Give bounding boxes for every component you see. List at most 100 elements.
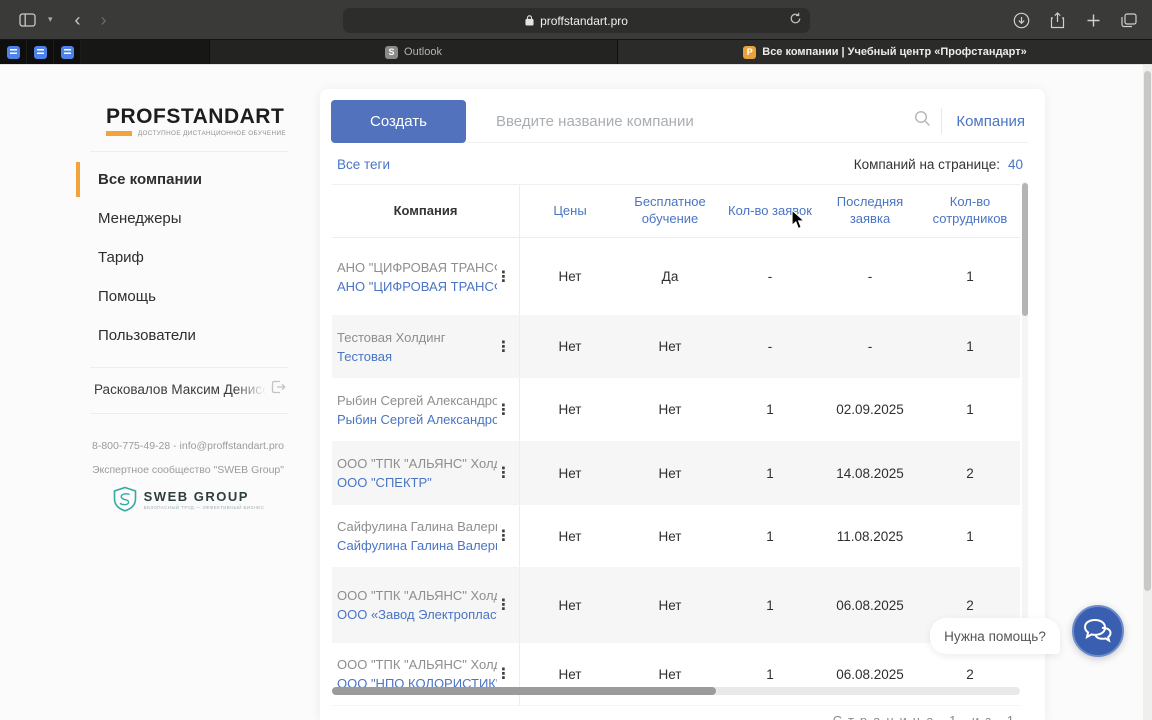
employees-count-cell: 1 [966,269,974,284]
sweb-brand: SWEB GROUP [143,488,249,504]
chat-button[interactable] [1072,605,1124,657]
employees-count-cell: 2 [966,666,974,682]
table-scrollbar-thumb[interactable] [1022,183,1028,316]
entity-select[interactable]: Компания [956,113,1029,130]
horizontal-scrollbar-thumb[interactable] [332,687,716,695]
pagination-partial: Страница 1 из 1 [833,713,1020,720]
doc-icon [60,45,74,59]
employees-count-cell: 2 [966,465,974,481]
row-menu-icon[interactable]: ⋮ [496,598,511,613]
sweb-logo: SWEB GROUP БЕЗОПАСНЫЙ ТРУД — ЭФФЕКТИВНЫЙ… [76,486,300,512]
company-link[interactable]: ООО "СПЕКТР" [337,475,497,490]
chat-bubbles-icon [1083,618,1112,643]
column-header-employees[interactable]: Кол-во сотрудников [920,185,1020,237]
back-icon[interactable]: ‹ [75,11,81,29]
row-menu-icon[interactable]: ⋮ [496,269,511,284]
employees-count-cell: 1 [966,528,974,544]
sidebar-item-2[interactable]: Тариф [76,238,300,277]
row-menu-icon[interactable]: ⋮ [496,402,511,417]
downloads-icon[interactable] [1010,9,1032,31]
sweb-shield-icon [113,486,136,512]
search-input[interactable] [466,112,915,130]
free-training-cell: Нет [658,465,682,481]
company-holding-name: Тестовая Холдинг [337,329,446,345]
pinned-tab-docs-1[interactable] [0,40,27,64]
sidebar-footer: 8-800-775-49-28 - info@proffstandart.pro… [76,440,300,512]
logo-tagline: ДОСТУПНОЕ ДИСТАНЦИОННОЕ ОБУЧЕНИЕ [137,130,286,137]
pinned-tab-docs-3[interactable] [54,40,81,64]
reload-icon[interactable] [789,12,802,28]
per-page-value[interactable]: 40 [1008,157,1023,172]
last-request-cell: 14.08.2025 [836,465,904,481]
logout-icon[interactable] [270,379,286,400]
company-link[interactable]: АНО "ЦИФРОВАЯ ТРАНСФ... [337,279,497,294]
table-row[interactable]: ООО "ТПК "АЛЬЯНС" Холди... ООО "СПЕКТР" … [332,442,1020,505]
company-holding-name: ООО "ТПК "АЛЬЯНС" Холди... [337,456,497,471]
sidebar-item-label: Все компании [98,171,202,188]
last-request-cell: 06.08.2025 [836,597,904,613]
all-tags-link[interactable]: Все теги [337,157,390,172]
table-row[interactable]: ООО "ТПК "АЛЬЯНС" Холди... ООО "НПО КОЛО… [332,643,1020,706]
window-scrollbar[interactable] [1143,65,1152,720]
sidebar-caret-icon[interactable]: ▾ [48,14,53,25]
row-menu-icon[interactable]: ⋮ [496,466,511,481]
company-link[interactable]: Рыбин Сергей Александро... [337,412,497,427]
tab-bar: S Outlook P Все компании | Учебный центр… [0,40,1152,64]
company-cell: АНО "ЦИФРОВАЯ ТРАНСФ... АНО "ЦИФРОВАЯ ТР… [332,238,520,315]
table-row[interactable]: Сайфулина Галина Валерье... Сайфулина Га… [332,505,1020,568]
search-bar: Компания [466,100,1029,143]
employees-count-cell: 2 [966,597,974,613]
column-header-free-training[interactable]: Бесплатное обучение [620,185,720,237]
free-training-cell: Нет [658,402,682,417]
user-name: Расковалов Максим Денисович [94,382,266,397]
table-row[interactable]: Рыбин Сергей Александро... Рыбин Сергей … [332,378,1020,442]
divider [90,151,288,152]
user-row: Расковалов Максим Денисович [94,379,286,400]
row-menu-icon[interactable]: ⋮ [496,667,511,682]
tab-active-profstandart[interactable]: P Все компании | Учебный центр «Профстан… [618,40,1152,64]
column-header-last-request[interactable]: Последняя заявка [820,185,920,237]
company-link[interactable]: ООО «Завод Электропласт» [337,607,497,622]
table-row[interactable]: ООО "ТПК "АЛЬЯНС" Холди... ООО «Завод Эл… [332,568,1020,643]
company-link[interactable]: Сайфулина Галина Валерье... [337,538,497,553]
tab-outlook-label: Outlook [404,46,442,58]
company-link[interactable]: Тестовая [337,349,497,364]
table-scrollbar[interactable] [1022,181,1028,641]
row-menu-icon[interactable]: ⋮ [496,529,511,544]
column-header-requests[interactable]: Кол-во заявок [720,185,820,237]
sidebar-item-0[interactable]: Все компании [76,160,300,199]
create-button[interactable]: Создать [331,100,466,143]
window-scrollbar-thumb[interactable] [1144,71,1151,591]
share-icon[interactable] [1046,9,1068,31]
logo-orange-bar [106,131,132,136]
tab-overview-icon[interactable] [1118,9,1140,31]
last-request-cell: 11.08.2025 [836,528,904,544]
sidebar-item-3[interactable]: Помощь [76,277,300,316]
forward-icon: › [100,9,107,30]
table-row[interactable]: Тестовая Холдинг Тестовая ⋮ Нет Нет - - … [332,316,1020,378]
requests-count-cell: 1 [766,402,774,417]
requests-count-cell: 1 [766,666,774,682]
new-tab-icon[interactable] [1082,9,1104,31]
requests-count-cell: 1 [766,597,774,613]
employees-count-cell: 1 [966,402,974,417]
horizontal-scrollbar[interactable] [332,687,1020,695]
last-request-cell: - [867,339,873,354]
pinned-tab-docs-2[interactable] [27,40,54,64]
company-cell: Сайфулина Галина Валерье... Сайфулина Га… [332,505,520,567]
table-header: Компания Цены Бесплатное обучение Кол-во… [332,184,1020,238]
outlook-favicon: S [385,45,399,59]
sidebar: PROFSTANDART ДОСТУПНОЕ ДИСТАНЦИОННОЕ ОБУ… [76,89,300,512]
column-header-prices[interactable]: Цены [520,185,620,237]
sidebar-item-4[interactable]: Пользователи [76,316,300,355]
sidebar-toggle-icon[interactable] [16,9,38,31]
doc-icon [33,45,47,59]
row-menu-icon[interactable]: ⋮ [496,339,511,354]
tab-outlook[interactable]: S Outlook [210,40,618,64]
sidebar-item-1[interactable]: Менеджеры [76,199,300,238]
table-row[interactable]: АНО "ЦИФРОВАЯ ТРАНСФ... АНО "ЦИФРОВАЯ ТР… [332,238,1020,316]
free-training-cell: Нет [658,528,682,544]
address-bar[interactable]: proffstandart.pro [343,8,810,33]
chat-tooltip: Нужна помощь? [930,618,1060,654]
search-icon[interactable] [914,110,931,132]
